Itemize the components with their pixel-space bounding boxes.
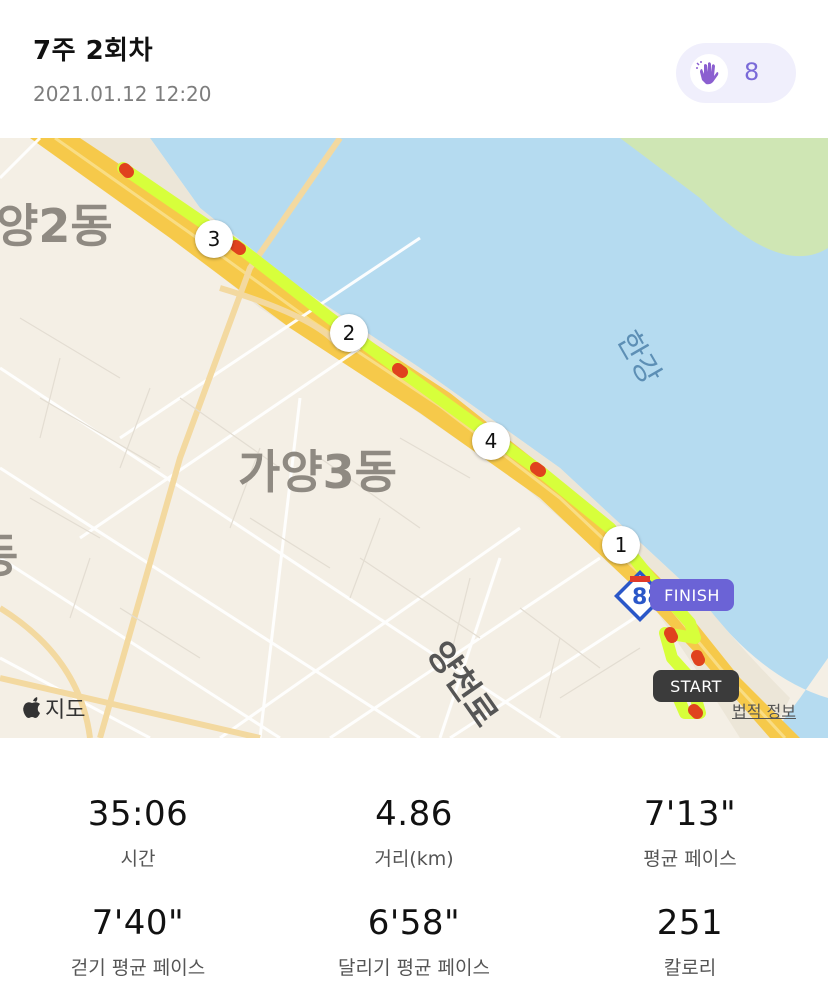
- workout-header: 7주 2회차 2021.01.12 12:20 8: [0, 0, 828, 138]
- workout-date: 2021.01.12 12:20: [33, 82, 212, 106]
- stat-value: 4.86: [375, 794, 453, 834]
- stat-value: 35:06: [87, 794, 189, 834]
- start-tag: START: [653, 670, 739, 702]
- stat-label: 시간: [120, 848, 156, 870]
- finish-tag: FINISH: [650, 579, 734, 611]
- lap-marker-2[interactable]: 2: [330, 314, 368, 352]
- stat-value: 7'40": [91, 903, 185, 943]
- lap-marker-1[interactable]: 1: [602, 526, 640, 564]
- stat-distance: 4.86 거리(km): [276, 794, 552, 871]
- stat-calories: 251 칼로리: [552, 903, 828, 980]
- clap-icon: [690, 54, 728, 92]
- stat-time: 35:06 시간: [0, 794, 276, 871]
- stat-value: 6'58": [367, 903, 461, 943]
- district-label-gayang2: 양2동: [0, 199, 113, 253]
- clap-button[interactable]: 8: [676, 43, 796, 103]
- lap-marker-4[interactable]: 4: [472, 422, 510, 460]
- workout-title: 7주 2회차: [33, 36, 153, 66]
- legal-link[interactable]: 법적 정보: [732, 698, 796, 722]
- stat-avg-pace: 7'13" 평균 페이스: [552, 794, 828, 871]
- lap-marker-3[interactable]: 3: [195, 220, 233, 258]
- stat-value: 7'13": [643, 794, 737, 834]
- stat-label: 칼로리: [663, 957, 717, 979]
- apple-logo-icon: [23, 697, 40, 718]
- maps-brand-text: 지도: [45, 698, 86, 723]
- stat-label: 거리(km): [374, 848, 454, 870]
- stat-label: 달리기 평균 페이스: [338, 957, 490, 979]
- clap-count: 8: [744, 58, 760, 86]
- district-label-gayang3: 가양3동: [238, 445, 397, 499]
- stats-grid: 35:06 시간 4.86 거리(km) 7'13" 평균 페이스 7'40" …: [0, 738, 828, 1007]
- district-label-partial: 동: [0, 520, 18, 586]
- stat-run-pace: 6'58" 달리기 평균 페이스: [276, 903, 552, 980]
- map-base: [0, 138, 828, 738]
- stat-label: 걷기 평균 페이스: [70, 957, 206, 979]
- apple-maps-logo: 지도: [22, 692, 85, 724]
- stat-walk-pace: 7'40" 걷기 평균 페이스: [0, 903, 276, 980]
- stat-label: 평균 페이스: [643, 848, 737, 870]
- stat-value: 251: [656, 903, 724, 943]
- route-map[interactable]: 양2동 가양3동 동 한강 양천로 3 2 4 1 88 FINISH STAR…: [0, 138, 828, 738]
